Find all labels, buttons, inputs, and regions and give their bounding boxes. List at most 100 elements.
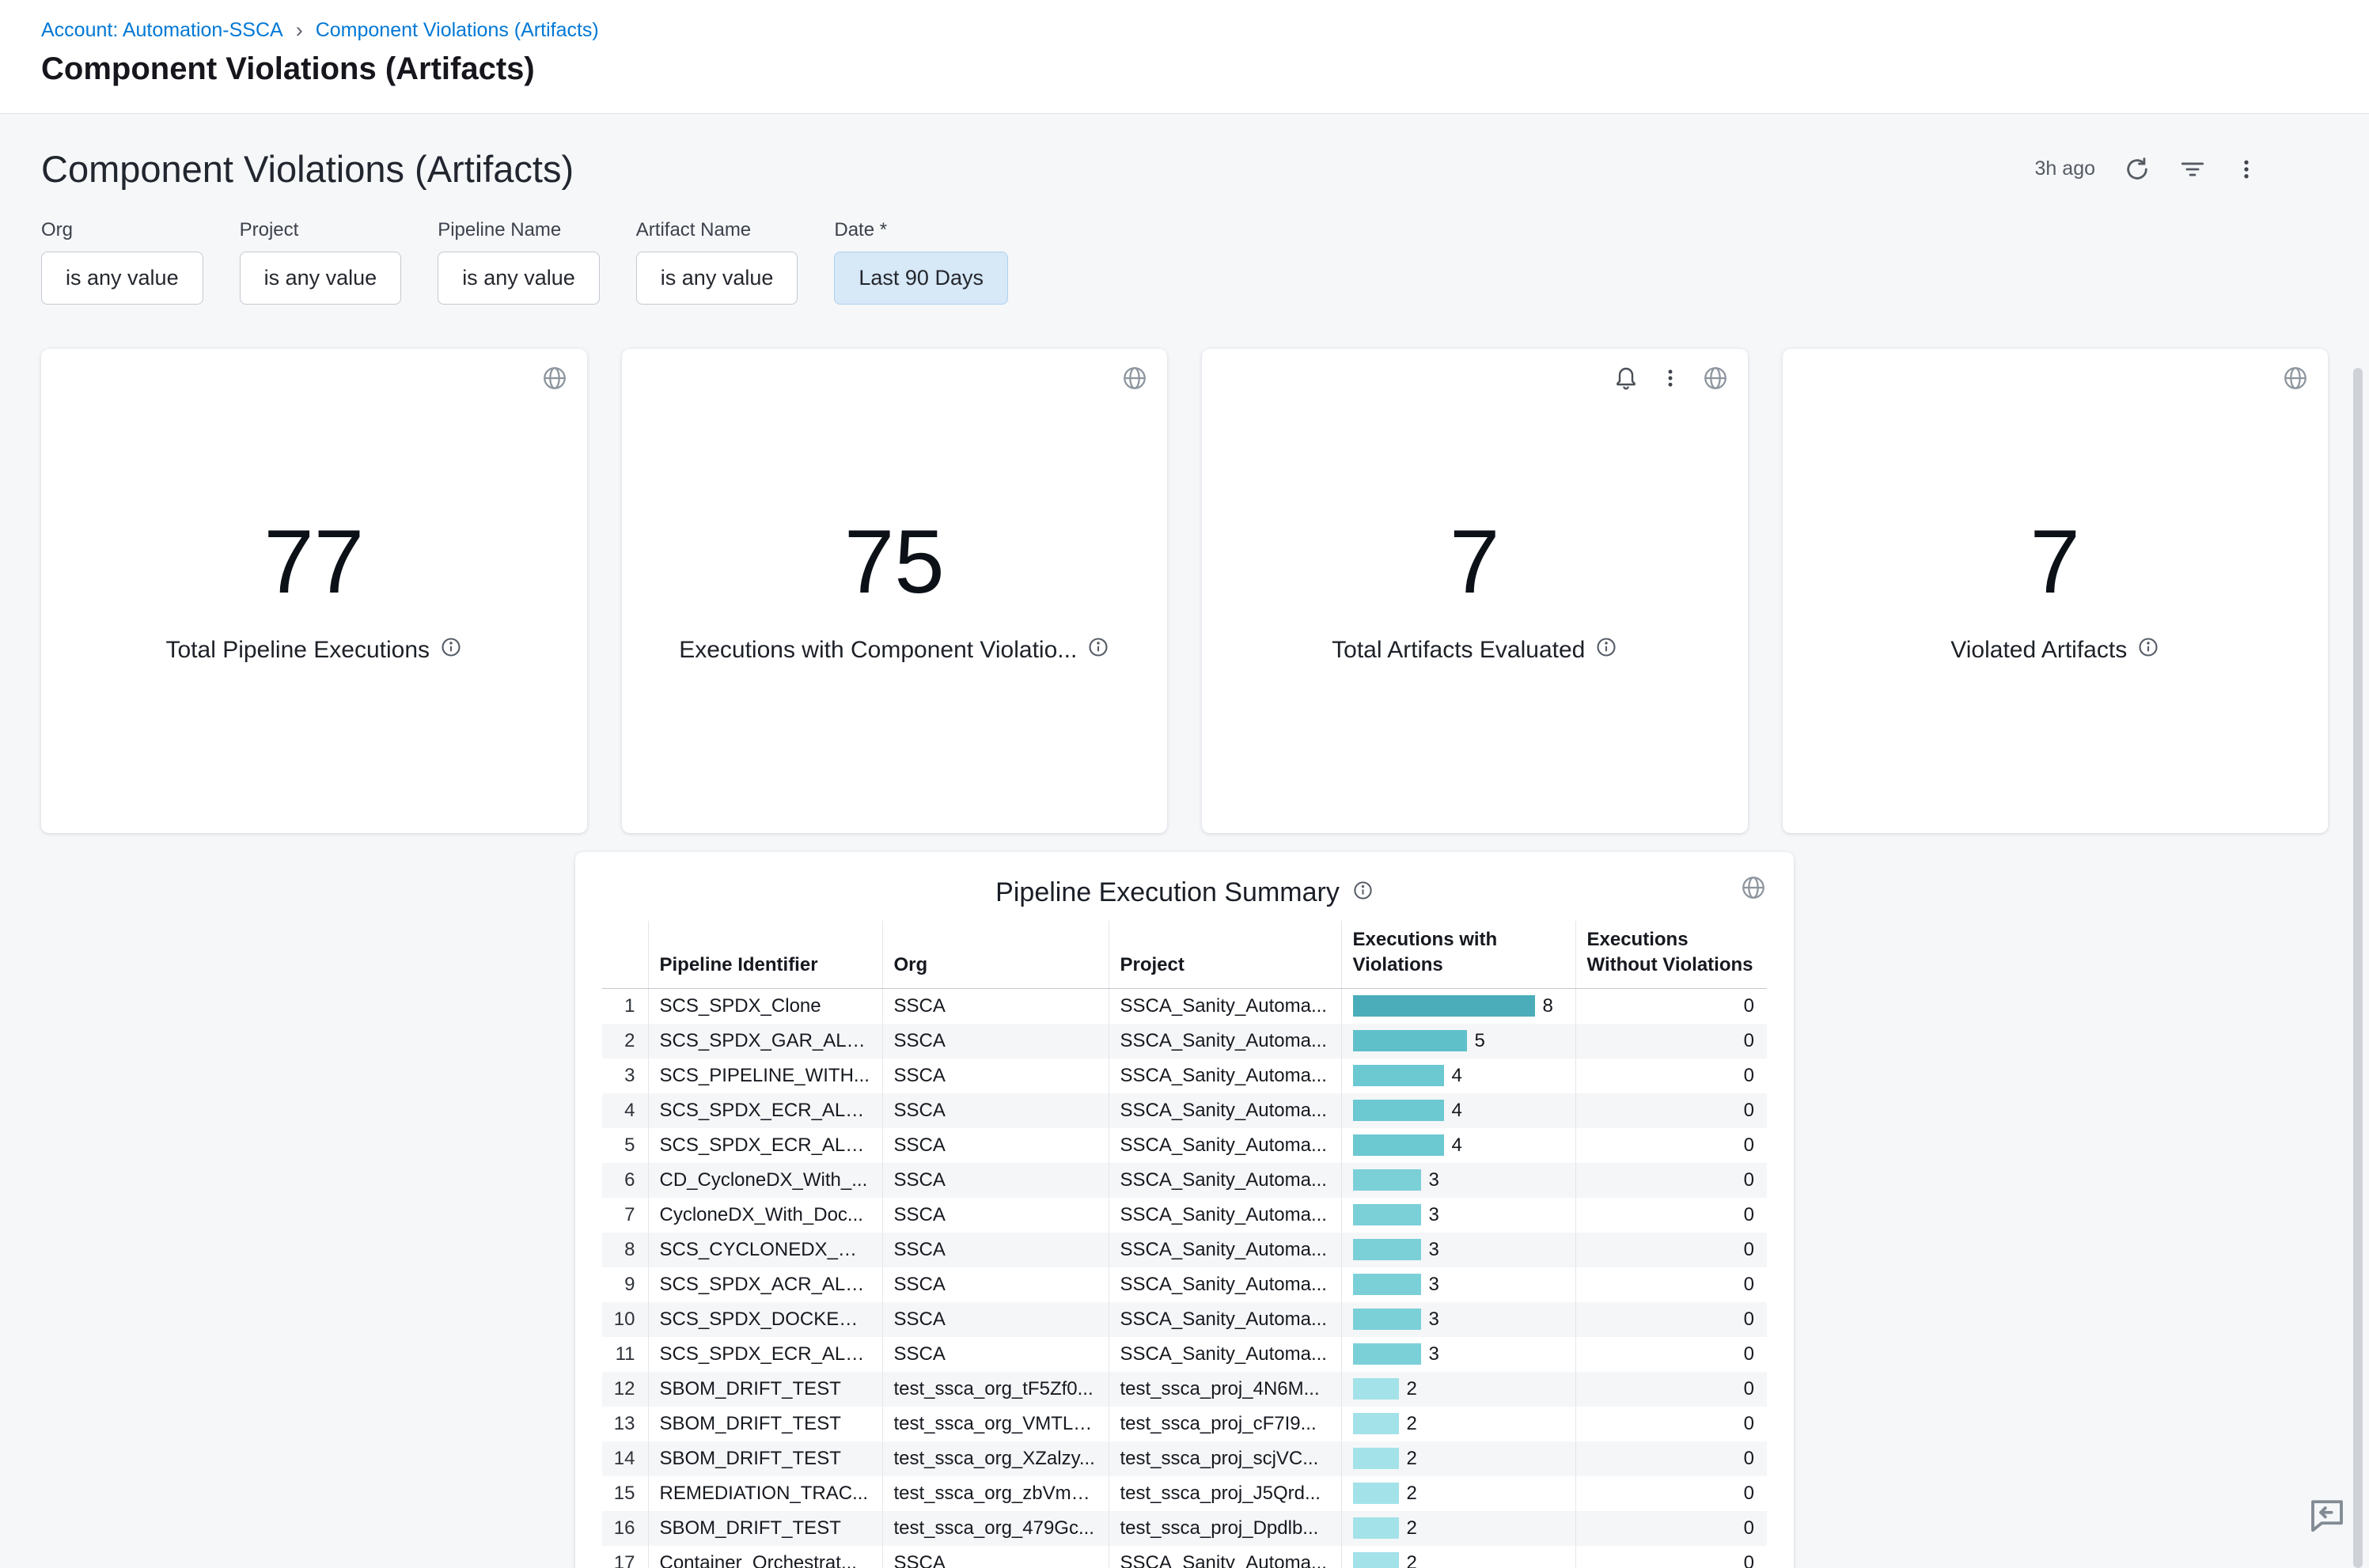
executions-with-violations-cell[interactable]: 2 [1341,1546,1575,1568]
breadcrumb-account-link[interactable]: Account: Automation-SSCA [41,19,283,42]
executions-with-violations-cell[interactable]: 3 [1341,1233,1575,1267]
chat-help-button[interactable] [2306,1493,2348,1540]
column-header-executions-with-violations[interactable]: Executions with Violations [1341,921,1575,988]
violations-bar[interactable] [1353,1030,1467,1051]
table-row[interactable]: 11 SCS_SPDX_ECR_ALL_... SSCA SSCA_Sanity… [602,1337,1767,1372]
violations-bar[interactable] [1353,1065,1444,1086]
globe-icon[interactable] [2282,365,2309,396]
executions-with-violations-cell[interactable]: 2 [1341,1476,1575,1511]
violations-bar[interactable] [1353,1517,1399,1539]
filter-button[interactable] [2179,156,2206,183]
executions-with-violations-cell[interactable]: 2 [1341,1407,1575,1441]
executions-with-violations-cell[interactable]: 3 [1341,1267,1575,1302]
column-header-pipeline-identifier[interactable]: Pipeline Identifier [648,921,882,988]
info-icon[interactable] [1087,636,1109,665]
table-row[interactable]: 5 SCS_SPDX_ECR_ALL_... SSCA SSCA_Sanity_… [602,1128,1767,1163]
info-icon[interactable] [440,636,462,665]
table-row[interactable]: 1 SCS_SPDX_Clone SSCA SSCA_Sanity_Automa… [602,988,1767,1024]
executions-with-violations-cell[interactable]: 2 [1341,1372,1575,1407]
executions-with-violations-cell[interactable]: 3 [1341,1163,1575,1198]
pipeline-identifier-cell[interactable]: SCS_SPDX_ECR_ALL_... [648,1337,882,1372]
violations-bar[interactable] [1353,1343,1421,1365]
globe-icon[interactable] [1121,365,1148,396]
violations-bar[interactable] [1353,1274,1421,1295]
filter-date-value[interactable]: Last 90 Days [834,252,1008,305]
info-icon[interactable] [1595,636,1617,665]
table-row[interactable]: 15 REMEDIATION_TRAC... test_ssca_org_zbV… [602,1476,1767,1511]
dashboard-panel: Component Violations (Artifacts) 3h ago [0,114,2369,1568]
pipeline-identifier-cell[interactable]: SBOM_DRIFT_TEST [648,1511,882,1546]
pipeline-identifier-cell[interactable]: SCS_SPDX_GAR_ALL... [648,1024,882,1059]
card-kebab-menu-icon[interactable] [1659,367,1681,393]
globe-icon[interactable] [541,365,568,396]
filter-pipeline-name-value[interactable]: is any value [438,252,600,305]
pipeline-identifier-cell[interactable]: SBOM_DRIFT_TEST [648,1407,882,1441]
violations-value: 2 [1407,1517,1417,1540]
executions-with-violations-cell[interactable]: 8 [1341,988,1575,1024]
violations-bar[interactable] [1353,1100,1444,1121]
violations-bar[interactable] [1353,1309,1421,1330]
table-row[interactable]: 12 SBOM_DRIFT_TEST test_ssca_org_tF5Zf0.… [602,1372,1767,1407]
table-row[interactable]: 13 SBOM_DRIFT_TEST test_ssca_org_VMTLz..… [602,1407,1767,1441]
filter-org-value[interactable]: is any value [41,252,203,305]
pipeline-identifier-cell[interactable]: SBOM_DRIFT_TEST [648,1441,882,1476]
executions-with-violations-cell[interactable]: 5 [1341,1024,1575,1059]
column-header-project[interactable]: Project [1109,921,1341,988]
filter-artifact-name-value[interactable]: is any value [636,252,798,305]
violations-bar[interactable] [1353,995,1535,1017]
violations-bar[interactable] [1353,1239,1421,1260]
filter-project-value[interactable]: is any value [240,252,402,305]
executions-with-violations-cell[interactable]: 4 [1341,1059,1575,1093]
pipeline-identifier-cell[interactable]: SCS_CYCLONEDX_GA... [648,1233,882,1267]
table-row[interactable]: 10 SCS_SPDX_DOCKER_... SSCA SSCA_Sanity_… [602,1302,1767,1337]
violations-bar[interactable] [1353,1378,1399,1399]
info-icon[interactable] [1352,877,1374,908]
info-icon[interactable] [2137,636,2159,665]
alert-bell-icon[interactable] [1613,365,1639,395]
violations-value: 3 [1429,1273,1439,1297]
globe-icon[interactable] [1740,874,1767,908]
table-row[interactable]: 8 SCS_CYCLONEDX_GA... SSCA SSCA_Sanity_A… [602,1233,1767,1267]
table-row[interactable]: 6 CD_CycloneDX_With_... SSCA SSCA_Sanity… [602,1163,1767,1198]
executions-with-violations-cell[interactable]: 2 [1341,1441,1575,1476]
pipeline-identifier-cell[interactable]: REMEDIATION_TRAC... [648,1476,882,1511]
pipeline-identifier-cell[interactable]: SBOM_DRIFT_TEST [648,1372,882,1407]
violations-bar[interactable] [1353,1169,1421,1191]
table-row[interactable]: 4 SCS_SPDX_ECR_ALL_... SSCA SSCA_Sanity_… [602,1093,1767,1128]
pipeline-identifier-cell[interactable]: CD_CycloneDX_With_... [648,1163,882,1198]
pipeline-identifier-cell[interactable]: SCS_SPDX_Clone [648,988,882,1024]
table-row[interactable]: 3 SCS_PIPELINE_WITH... SSCA SSCA_Sanity_… [602,1059,1767,1093]
executions-with-violations-cell[interactable]: 4 [1341,1128,1575,1163]
table-row[interactable]: 7 CycloneDX_With_Doc... SSCA SSCA_Sanity… [602,1198,1767,1233]
vertical-scrollbar[interactable] [2353,368,2363,1568]
pipeline-identifier-cell[interactable]: SCS_PIPELINE_WITH... [648,1059,882,1093]
pipeline-identifier-cell[interactable]: SCS_SPDX_ACR_ALL... [648,1267,882,1302]
breadcrumb-current-link[interactable]: Component Violations (Artifacts) [316,19,599,42]
table-row[interactable]: 9 SCS_SPDX_ACR_ALL... SSCA SSCA_Sanity_A… [602,1267,1767,1302]
executions-with-violations-cell[interactable]: 3 [1341,1198,1575,1233]
pipeline-identifier-cell[interactable]: SCS_SPDX_ECR_ALL_... [648,1093,882,1128]
pipeline-identifier-cell[interactable]: Container_Orchestrat... [648,1546,882,1568]
violations-bar[interactable] [1353,1483,1399,1504]
executions-with-violations-cell[interactable]: 3 [1341,1337,1575,1372]
table-row[interactable]: 17 Container_Orchestrat... SSCA SSCA_San… [602,1546,1767,1568]
table-row[interactable]: 16 SBOM_DRIFT_TEST test_ssca_org_479Gc..… [602,1511,1767,1546]
table-row[interactable]: 2 SCS_SPDX_GAR_ALL... SSCA SSCA_Sanity_A… [602,1024,1767,1059]
column-header-executions-without-violations[interactable]: Executions Without Violations [1575,921,1767,988]
violations-bar[interactable] [1353,1448,1399,1469]
executions-with-violations-cell[interactable]: 2 [1341,1511,1575,1546]
pipeline-identifier-cell[interactable]: SCS_SPDX_DOCKER_... [648,1302,882,1337]
pipeline-identifier-cell[interactable]: CycloneDX_With_Doc... [648,1198,882,1233]
table-row[interactable]: 14 SBOM_DRIFT_TEST test_ssca_org_XZalzy.… [602,1441,1767,1476]
column-header-org[interactable]: Org [882,921,1109,988]
executions-with-violations-cell[interactable]: 4 [1341,1093,1575,1128]
violations-bar[interactable] [1353,1204,1421,1225]
violations-bar[interactable] [1353,1413,1399,1434]
refresh-button[interactable] [2124,156,2151,183]
pipeline-identifier-cell[interactable]: SCS_SPDX_ECR_ALL_... [648,1128,882,1163]
dashboard-menu-button[interactable] [2234,157,2258,181]
globe-icon[interactable] [1702,365,1729,396]
violations-bar[interactable] [1353,1134,1444,1156]
violations-bar[interactable] [1353,1552,1399,1568]
executions-with-violations-cell[interactable]: 3 [1341,1302,1575,1337]
